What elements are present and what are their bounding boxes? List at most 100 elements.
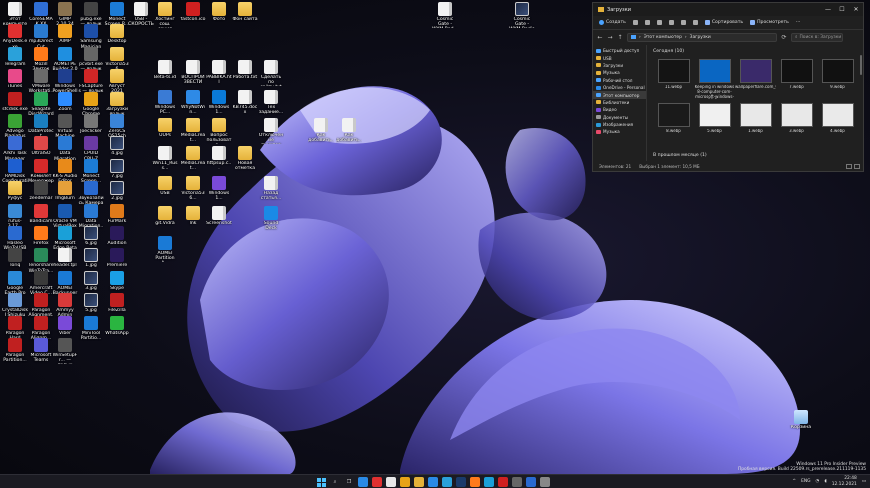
forward-arrow-icon[interactable]: →	[607, 34, 613, 41]
desktop-icon[interactable]: httpsup.c...	[206, 146, 232, 172]
edge-icon[interactable]	[484, 477, 494, 487]
delete-button[interactable]	[692, 20, 698, 25]
back-arrow-icon[interactable]: ←	[597, 34, 603, 41]
store-icon[interactable]	[428, 477, 438, 487]
desktop-icon[interactable]: Отключение пунктов в...	[258, 118, 284, 144]
desktop-icon[interactable]: Screenshot	[206, 206, 232, 232]
language-indicator[interactable]: ENG	[801, 479, 810, 484]
settings-icon[interactable]	[540, 477, 550, 487]
desktop-icon[interactable]: Хостинг сош. сения	[152, 2, 178, 28]
wifi-icon[interactable]: ◔	[816, 479, 820, 484]
search-input[interactable]: ⌕ Поиск в: Загрузки	[791, 32, 843, 42]
desktop-icon[interactable]: Как добавить...	[308, 118, 334, 144]
details-view-icon[interactable]	[846, 164, 852, 169]
search-icon[interactable]: ⌕	[330, 477, 340, 487]
clock[interactable]: 22:48 12.12.2021	[832, 476, 857, 487]
desktop-icon[interactable]: Windows PC...	[152, 90, 178, 116]
file-item[interactable]: 1.webp	[735, 100, 776, 144]
maximize-button[interactable]: ☐	[835, 3, 849, 16]
desktop-icon[interactable]: AOMEI Partition A...	[152, 236, 178, 262]
desktop-icon[interactable]: Windows 1...	[206, 90, 232, 116]
tiles-view-icon[interactable]	[854, 164, 860, 169]
cut-button[interactable]	[632, 20, 638, 25]
file-item[interactable]: 9.webp	[817, 56, 858, 100]
nav-item[interactable]: Видео	[593, 106, 646, 113]
nav-item[interactable]: Быстрый доступ	[593, 47, 646, 54]
app-blue-icon[interactable]	[526, 477, 536, 487]
breadcrumb-this-pc[interactable]: Этот компьютер	[644, 35, 682, 40]
telegram-icon[interactable]	[442, 477, 452, 487]
file-item[interactable]: 3.webp	[776, 100, 817, 144]
nav-item[interactable]: Библиотеки	[593, 99, 646, 106]
desktop-icon[interactable]: Тех задание...	[258, 90, 284, 116]
file-list[interactable]: Сегодня (10) 11.webp Keeping in windows 8…	[647, 45, 863, 161]
desktop-icon[interactable]: git.Vidra	[152, 206, 178, 232]
desktop-icon[interactable]: WhyNotWin...	[180, 90, 206, 116]
breadcrumb-downloads[interactable]: Загрузки	[690, 35, 711, 40]
nav-item[interactable]: Изображения	[593, 121, 646, 128]
file-explorer-icon[interactable]	[414, 477, 424, 487]
copy-button[interactable]	[644, 20, 650, 25]
nav-item[interactable]: Музыка	[593, 128, 646, 135]
file-item[interactable]: 5.webp	[694, 100, 735, 144]
desktop-icon[interactable]: MediaCreat...	[180, 118, 206, 144]
navigation-pane[interactable]: Быстрый доступ USB Загрузки Музыка Рабочий с…	[593, 45, 647, 161]
opera-icon[interactable]	[372, 477, 382, 487]
desktop-icon[interactable]: Новая отметка	[232, 146, 258, 172]
group-header-last-month[interactable]: В прошлом месяце (1)	[653, 153, 707, 158]
nav-item[interactable]: USB	[593, 54, 646, 61]
desktop-icon[interactable]: Microsoft Teams	[28, 338, 54, 364]
nav-item[interactable]: Загрузки	[593, 62, 646, 69]
desktop-icon[interactable]: Вопрос пользовате...	[206, 118, 232, 144]
desktop-icon[interactable]: Как добавить...	[336, 118, 362, 144]
nav-item[interactable]: Музыка	[593, 69, 646, 76]
file-item[interactable]: 8.webp	[653, 100, 694, 144]
share-button[interactable]	[680, 20, 686, 25]
file-item[interactable]: 4.webp	[817, 100, 858, 144]
desktop-icon[interactable]: Работа.txt	[232, 60, 258, 86]
file-item[interactable]: wallpaperflare.com_wallpaper.jpg	[735, 56, 776, 100]
desktop-icon[interactable]: KB745.docx	[232, 90, 258, 116]
desktop-icon[interactable]: Назад статья...	[258, 176, 284, 202]
tray-chevron-icon[interactable]: ^	[792, 479, 796, 484]
desktop-icon[interactable]: Paragon Partition...	[2, 338, 28, 364]
yandex-icon[interactable]	[386, 477, 396, 487]
nav-item[interactable]: Документы	[593, 114, 646, 121]
desktop-icon[interactable]: Sound Deck	[258, 206, 284, 232]
more-button[interactable]: ···	[796, 20, 800, 25]
desktop-icon[interactable]: Фон сайта	[232, 2, 258, 28]
start-icon[interactable]	[316, 477, 326, 487]
nav-item[interactable]: OneDrive - Personal	[593, 84, 646, 91]
desktop-icon[interactable]: Victoria536...	[180, 176, 206, 202]
desktop-icon[interactable]: Win11_Russ...	[152, 146, 178, 172]
desktop-icon[interactable]: WinSetupFr... — ярлык	[52, 338, 78, 364]
nav-item[interactable]: Рабочий стол	[593, 77, 646, 84]
up-arrow-icon[interactable]: ↑	[617, 34, 623, 41]
desktop-icon[interactable]: ВОСПРОИЗВЕСТИ	[180, 60, 206, 86]
desktop-icon[interactable]: Cosmic Gate - WYM Radio 2021...	[509, 2, 535, 28]
desktop-icon[interactable]: PABBIKA.htl	[206, 60, 232, 86]
create-button[interactable]: Создать	[599, 20, 626, 25]
minimize-button[interactable]: —	[821, 3, 835, 16]
desktop-icon[interactable]: MiniTool Partitio...	[78, 315, 104, 342]
file-item[interactable]: 7.webp	[776, 56, 817, 100]
desktop-icon[interactable]: lnk	[180, 206, 206, 232]
app-gray-icon[interactable]	[512, 477, 522, 487]
desktop-icon[interactable]: Beta-ts.id	[152, 60, 178, 86]
notifications-icon[interactable]: ▭	[862, 479, 866, 484]
scrollbar[interactable]	[860, 55, 862, 75]
view-button[interactable]: Просмотреть	[750, 20, 789, 25]
desktop-icon[interactable]: Cosmic Gate - WYM Rad...	[432, 2, 458, 28]
desktop-icon[interactable]: USB - СКОРОСТЬ	[128, 2, 154, 28]
paste-button[interactable]	[656, 20, 662, 25]
file-explorer-window[interactable]: Загрузки — ☐ ✕ Создать Сортировать Просм…	[592, 2, 864, 172]
desktop-icon[interactable]: MediaCreat...	[180, 146, 206, 172]
chrome-icon[interactable]	[400, 477, 410, 487]
app-red-icon[interactable]	[498, 477, 508, 487]
explorer-titlebar[interactable]: Загрузки — ☐ ✕	[593, 3, 863, 16]
nav-item[interactable]: Этот компьютер	[593, 91, 646, 99]
address-bar[interactable]: › Этот компьютер › Загрузки	[627, 32, 777, 42]
task-view-icon[interactable]: ❐	[344, 477, 354, 487]
desktop-icon[interactable]: Корзина	[788, 410, 814, 436]
desktop-icon[interactable]: Фото	[206, 2, 232, 28]
